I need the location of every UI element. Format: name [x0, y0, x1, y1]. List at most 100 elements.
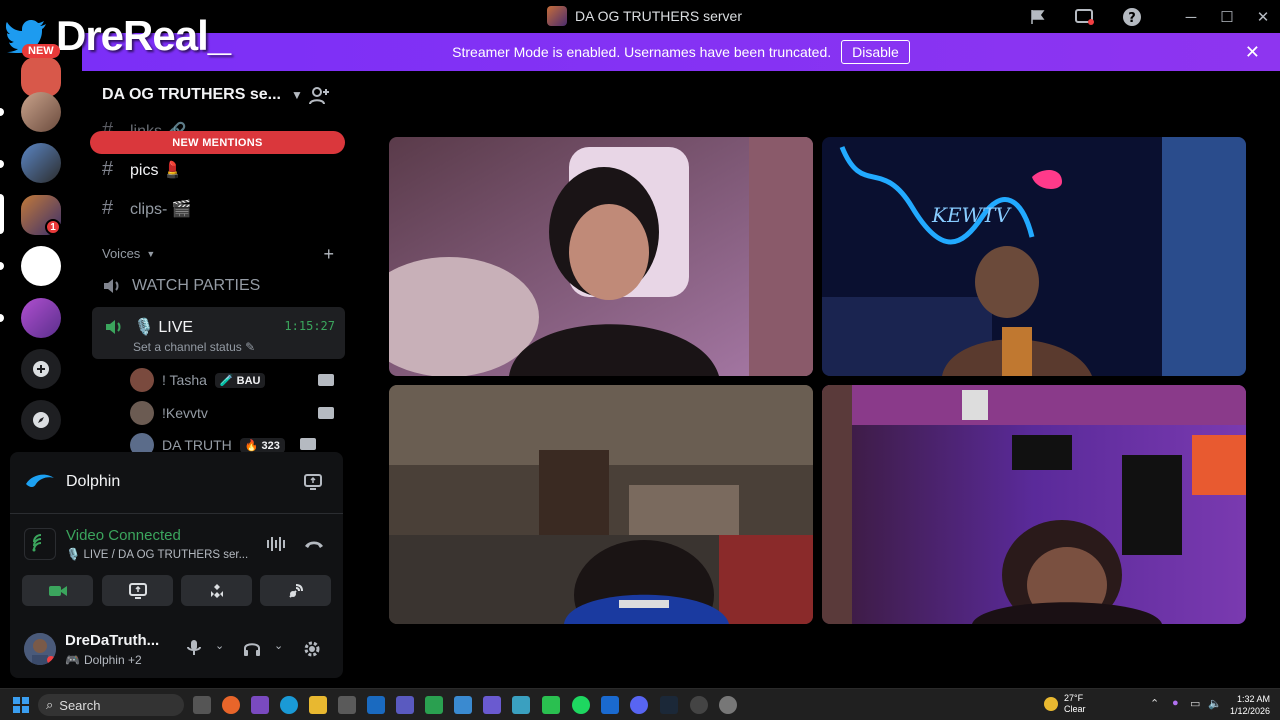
video-tile-2[interactable]: KEWTV: [822, 137, 1246, 376]
app-icon[interactable]: [690, 696, 708, 714]
soundboard-button[interactable]: [260, 575, 331, 606]
headphones-icon[interactable]: [243, 639, 261, 660]
chevron-down-icon[interactable]: ⌄: [274, 639, 283, 652]
server-avatar-phantom[interactable]: [21, 246, 61, 286]
video-tile-3[interactable]: [389, 385, 813, 624]
discover-button[interactable]: [21, 400, 61, 440]
voice-status-channel[interactable]: 🎙️ LIVE / DA OG TRUTHERS ser...: [66, 547, 248, 561]
voice-channel-live[interactable]: 🎙️ LIVE 1:15:27 Set a channel status ✎: [92, 307, 345, 359]
app-icon[interactable]: [601, 696, 619, 714]
channel-clips[interactable]: # clips- 🎬: [102, 197, 192, 220]
video-tile-1[interactable]: [389, 137, 813, 376]
camera-icon: [318, 407, 334, 419]
avatar: [130, 368, 154, 392]
server-avatar-2[interactable]: [21, 143, 61, 183]
teams-icon[interactable]: [396, 696, 414, 714]
share-screen-icon[interactable]: [303, 472, 323, 492]
unread-pill: [0, 160, 4, 168]
file-explorer-icon[interactable]: [309, 696, 327, 714]
activity-name: Dolphin: [66, 473, 121, 490]
camera-button[interactable]: [22, 575, 93, 606]
pencil-icon: ✎: [245, 340, 256, 354]
network-icon[interactable]: ▭: [1190, 697, 1200, 710]
close-banner-icon[interactable]: ✕: [1245, 42, 1260, 63]
category-voices[interactable]: Voices ▼: [102, 246, 155, 261]
steam-icon[interactable]: [660, 696, 678, 714]
add-server-button[interactable]: [21, 349, 61, 389]
guild-header[interactable]: DA OG TRUTHERS se... ▼: [82, 71, 354, 119]
app-icon[interactable]: [512, 696, 530, 714]
app-icon[interactable]: [454, 696, 472, 714]
invite-people-icon[interactable]: [308, 85, 330, 107]
tray-app-icon[interactable]: ●: [1172, 697, 1179, 709]
call-duration: 1:15:27: [284, 319, 335, 333]
chevron-down-icon[interactable]: ⌄: [215, 639, 224, 652]
new-mentions-pill[interactable]: NEW MENTIONS: [90, 131, 345, 154]
help-icon[interactable]: ?: [1121, 6, 1143, 28]
unread-pill: [0, 314, 4, 322]
username[interactable]: DreDaTruth...: [65, 632, 159, 649]
avatar[interactable]: [24, 633, 56, 665]
app-icon[interactable]: [425, 696, 443, 714]
task-view-icon[interactable]: [193, 696, 211, 714]
weather-temp: 27°F: [1064, 693, 1084, 703]
hash-icon: #: [102, 158, 114, 180]
inbox-icon[interactable]: [1074, 6, 1096, 28]
voice-member[interactable]: ! Tasha 🧪 BAU: [130, 368, 266, 392]
flag-icon[interactable]: [1027, 6, 1049, 28]
spotify-icon[interactable]: [572, 696, 590, 714]
gear-icon[interactable]: [302, 639, 322, 662]
channel-pics[interactable]: # pics 💄: [102, 158, 183, 181]
close-window-icon[interactable]: ✕: [1252, 6, 1274, 28]
voice-status-title[interactable]: Video Connected: [66, 527, 181, 544]
minimize-icon[interactable]: ─: [1180, 6, 1202, 28]
outlook-icon[interactable]: [367, 696, 385, 714]
microphone-icon[interactable]: [186, 639, 202, 660]
activities-button[interactable]: [181, 575, 252, 606]
channel-name: WATCH PARTIES: [132, 277, 261, 294]
streamer-mode-banner: Streamer Mode is enabled. Usernames have…: [82, 33, 1280, 71]
member-tag: 🧪 BAU: [214, 372, 266, 388]
windows-start-icon[interactable]: [13, 697, 29, 713]
server-avatar-1[interactable]: [21, 92, 61, 132]
settings-icon[interactable]: [719, 696, 737, 714]
screen-share-button[interactable]: [102, 575, 173, 606]
noise-suppression-icon[interactable]: [265, 534, 287, 554]
weather-widget[interactable]: 27°F Clear: [1044, 693, 1086, 715]
channel-name: pics 💄: [130, 161, 183, 179]
volume-icon[interactable]: 🔈: [1208, 697, 1222, 710]
voice-channel-watch-parties[interactable]: WATCH PARTIES: [102, 276, 260, 296]
app-icon[interactable]: [542, 696, 560, 714]
member-name: DA TRUTH: [162, 437, 232, 453]
store-icon[interactable]: [338, 696, 356, 714]
firefox-icon[interactable]: [222, 696, 240, 714]
camera-icon: [300, 438, 316, 450]
server-avatar-3[interactable]: [21, 298, 61, 338]
app-icon[interactable]: [251, 696, 269, 714]
share-screen-icon: [128, 582, 147, 599]
edge-icon[interactable]: [280, 696, 298, 714]
signal-icon[interactable]: [24, 528, 56, 560]
voice-member[interactable]: !Kevvtv: [130, 401, 208, 425]
video-tile-4[interactable]: [822, 385, 1246, 624]
member-tag: 🔥 323: [239, 437, 285, 453]
taskbar-search[interactable]: ⌕ Search: [38, 694, 184, 716]
new-badge: NEW: [22, 44, 60, 58]
create-channel-icon[interactable]: +: [323, 244, 334, 265]
disable-button[interactable]: Disable: [841, 40, 910, 64]
clock[interactable]: 1:32 AM 1/12/2026: [1230, 693, 1270, 717]
selected-pill: [0, 194, 4, 234]
discord-icon[interactable]: [630, 696, 648, 714]
channel-status[interactable]: Set a channel status ✎: [133, 340, 255, 354]
dolphin-icon: [26, 474, 54, 487]
disconnect-icon[interactable]: [303, 534, 325, 554]
speaker-icon: [104, 279, 119, 293]
guild-name: DA OG TRUTHERS se...: [102, 86, 281, 103]
app-icon[interactable]: [483, 696, 501, 714]
server-icon: [547, 6, 567, 26]
search-icon: ⌕: [46, 697, 54, 712]
maximize-icon[interactable]: ☐: [1216, 6, 1238, 28]
home-button[interactable]: [21, 57, 61, 97]
chevron-up-icon[interactable]: ⌃: [1150, 697, 1159, 710]
member-name: !Kevvtv: [162, 405, 208, 421]
